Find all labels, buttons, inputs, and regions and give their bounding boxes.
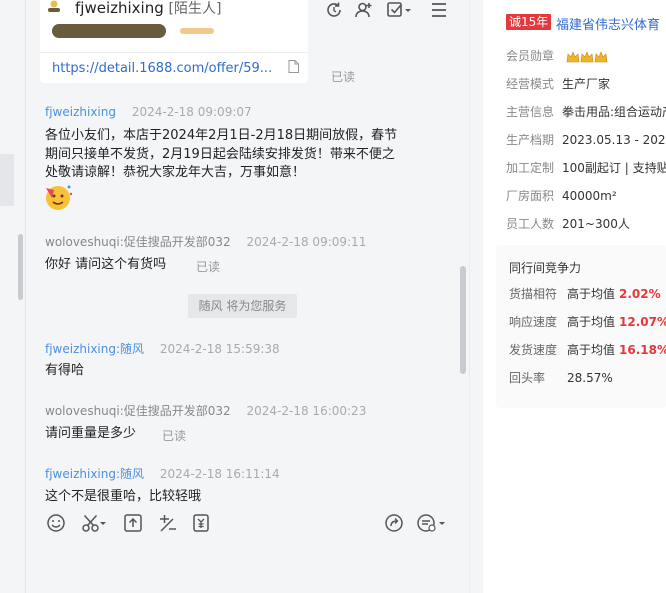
more-chat-icon[interactable]: [416, 513, 438, 533]
info-key: 主营信息: [506, 105, 555, 119]
message-meta: fjweizhixing:随风 2024-2-18 15:59:38: [45, 340, 280, 357]
years-badge: 诚15年: [506, 14, 552, 30]
message-text: 期间只接单不发货，2月19日起会陆续安排发货！带来不便之: [45, 147, 395, 162]
info-row-medal: 会员勋章: [506, 47, 608, 64]
chevron-down-icon[interactable]: [437, 513, 447, 533]
info-row: 主营信息 拳击用品:组合运动产: [506, 103, 666, 120]
contact-list-scrollbar[interactable]: [18, 234, 23, 300]
contact-tag: [陌生人]: [168, 1, 222, 17]
party-emoji-icon: [46, 185, 73, 210]
chat-title: fjweizhixing [陌生人]: [75, 0, 221, 18]
info-value: 生产厂家: [562, 77, 611, 91]
menu-icon[interactable]: [429, 0, 449, 20]
info-value: 40000m²: [562, 189, 617, 203]
info-row: 生产档期 2023.05.13 - 2023.0: [506, 131, 666, 148]
metric-pct: 2.02% ↑: [619, 287, 666, 301]
message-meta: fjweizhixing:随风 2024-2-18 16:11:14: [45, 465, 280, 482]
contact-name: fjweizhixing: [75, 0, 164, 17]
read-receipt: 已读: [196, 260, 221, 274]
read-receipt: 已读: [162, 429, 187, 443]
shop-info-panel: 诚15年 福建省伟志兴体育 会员勋章 经营模式 生产厂家 主营信息 拳击用品:组合运…: [469, 0, 666, 593]
info-value: 拳击用品:组合运动产: [562, 105, 666, 119]
selected-contact-edge[interactable]: [0, 154, 14, 206]
info-row: 加工定制 100副起订 | 支持贴: [506, 159, 666, 176]
message-time: 2024-2-18 15:59:38: [159, 342, 280, 356]
card-divider: [40, 52, 308, 53]
competitiveness-row: 响应速度 高于均值 12.07%: [509, 313, 666, 330]
sender-name[interactable]: fjweizhixing: [45, 105, 116, 119]
info-value: 201~300人: [562, 217, 630, 231]
read-receipt: 已读: [331, 70, 356, 84]
info-row: 厂房面积 40000m²: [506, 187, 617, 204]
message-time: 2024-2-18 16:11:14: [159, 467, 280, 481]
sender-name[interactable]: woloveshuqi:促佳搜品开发部032: [45, 235, 231, 249]
sender-name[interactable]: fjweizhixing:随风: [45, 342, 144, 356]
avatar-icon: [48, 0, 60, 12]
add-contact-icon[interactable]: [354, 0, 374, 20]
competitiveness-row: 发货速度 高于均值 16.18%: [509, 341, 666, 358]
system-notice: 随风 将为您服务: [188, 294, 297, 318]
info-key: 生产档期: [506, 133, 555, 147]
info-key: 经营模式: [506, 77, 555, 91]
chevron-down-icon[interactable]: [98, 513, 108, 533]
metric-value: 高于均值: [567, 343, 616, 357]
metric-key: 发货速度: [509, 343, 558, 357]
metric-pct: 12.07%: [619, 315, 666, 329]
metric-value: 高于均值: [567, 315, 616, 329]
chat-header: fjweizhixing [陌生人]: [26, 0, 469, 22]
shop-name-link[interactable]: 福建省伟志兴体育: [556, 14, 660, 33]
message-text: 你好 请问这个有货吗: [45, 257, 167, 272]
sender-name[interactable]: woloveshuqi:促佳搜品开发部032: [45, 404, 231, 418]
metric-key: 回头率: [509, 371, 546, 385]
input-toolbar: [26, 503, 469, 543]
product-link-url[interactable]: https://detail.1688.com/offer/59...: [52, 61, 272, 76]
document-icon: [288, 60, 299, 73]
metric-pct: 16.18%: [619, 343, 666, 357]
metric-key: 货描相符: [509, 287, 558, 301]
message-meta: woloveshuqi:促佳搜品开发部032 2024-2-18 16:00:2…: [45, 402, 366, 419]
info-key: 加工定制: [506, 161, 555, 175]
upload-file-icon[interactable]: [122, 513, 144, 533]
metric-key: 响应速度: [509, 315, 558, 329]
contact-list-edge[interactable]: [0, 0, 26, 593]
competitiveness-card: 同行间竞争力 货描相符高于均值2.02% ↑ 响应速度高于均值12.07% 发货…: [496, 245, 666, 408]
info-row: 经营模式 生产厂家: [506, 75, 610, 92]
quick-reply-icon[interactable]: [157, 513, 179, 533]
chat-scrollbar[interactable]: [460, 266, 466, 374]
chat-panel: https://detail.1688.com/offer/59... 已读 f…: [26, 0, 469, 593]
competitiveness-title: 同行间竞争力: [509, 261, 582, 275]
message-time: 2024-2-18 09:09:11: [246, 235, 367, 249]
sender-name[interactable]: fjweizhixing:随风: [45, 467, 144, 481]
message-time: 2024-2-18 16:00:23: [246, 404, 367, 418]
info-key: 会员勋章: [506, 49, 555, 63]
chevron-down-icon[interactable]: [403, 0, 413, 20]
info-row: 员工人数 201~300人: [506, 215, 630, 232]
info-key: 厂房面积: [506, 189, 555, 203]
message-text: 请问重量是多少: [45, 426, 137, 441]
crown-medal-icon: [566, 50, 608, 62]
message-text: 有得哈: [45, 363, 85, 378]
metric-value: 高于均值: [567, 287, 616, 301]
promo-price: [180, 28, 214, 34]
info-key: 员工人数: [506, 217, 555, 231]
message-meta: fjweizhixing 2024-2-18 09:09:07: [45, 105, 252, 119]
promo-banner: [52, 24, 166, 38]
info-value: 2023.05.13 - 2023.0: [562, 133, 666, 147]
metric-value: 28.57%: [567, 371, 613, 385]
message-time: 2024-2-18 09:09:07: [131, 105, 252, 119]
emoji-icon[interactable]: [45, 513, 67, 533]
competitiveness-row: 货描相符高于均值2.02% ↑: [509, 285, 666, 302]
message-meta: woloveshuqi:促佳搜品开发部032 2024-2-18 09:09:1…: [45, 233, 366, 250]
share-icon[interactable]: [383, 513, 405, 533]
history-icon[interactable]: [324, 0, 344, 20]
message-text: 处敬请谅解！恭祝大家龙年大吉，万事如意！: [45, 165, 306, 180]
chat-window: https://detail.1688.com/offer/59... 已读 f…: [0, 0, 666, 593]
panel-gutter: [470, 0, 483, 593]
info-value: 100副起订 | 支持贴: [562, 161, 666, 175]
message-text: 各位小友们，本店于2024年2月1日-2月18日期间放假，春节: [45, 128, 398, 143]
competitiveness-row: 回头率 28.57%: [509, 369, 613, 386]
coupon-icon[interactable]: [190, 513, 212, 533]
